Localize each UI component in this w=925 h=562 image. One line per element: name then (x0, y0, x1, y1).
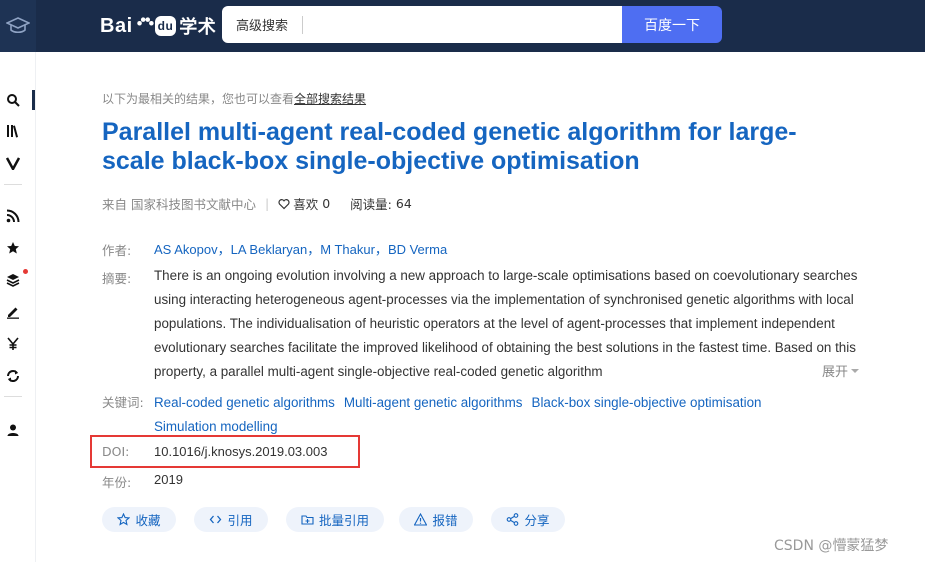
logo-text: Bai (100, 14, 133, 37)
author-link[interactable]: LA Beklaryan (231, 242, 308, 257)
star-icon[interactable] (5, 240, 21, 256)
favorite-label: 收藏 (135, 513, 161, 528)
chevron-down-icon (851, 368, 860, 373)
reads-count: 64 (395, 196, 412, 211)
all-results-link[interactable]: 全部搜索结果 (294, 92, 366, 106)
keywords-list: Real-coded genetic algorithms Multi-agent… (154, 391, 834, 439)
report-error-label: 报错 (432, 513, 458, 528)
edit-icon[interactable] (5, 304, 21, 320)
like-label: 喜欢 (293, 197, 319, 212)
baidu-scholar-logo[interactable]: Bai du 学术 (100, 9, 216, 43)
logo-xueshu: 学术 (179, 17, 217, 38)
authors-label: 作者: (102, 243, 132, 258)
author-link[interactable]: BD Verma (388, 242, 447, 257)
active-indicator (32, 90, 35, 110)
heart-icon (278, 198, 290, 209)
search-button[interactable]: 百度一下 (622, 6, 722, 43)
rss-icon[interactable] (5, 208, 21, 224)
keyword-link[interactable]: Real-coded genetic algorithms (154, 395, 335, 410)
like-count: 0 (322, 196, 331, 211)
warning-icon (414, 513, 428, 526)
star-outline-icon (117, 513, 131, 526)
top-header: Bai du 学术 高级搜索 百度一下 (0, 0, 925, 52)
sidebar-divider (4, 184, 22, 185)
keyword-link[interactable]: Multi-agent genetic algorithms (344, 395, 523, 410)
abstract-label: 摘要: (102, 271, 132, 286)
source-text: 来自 国家科技图书文献中心 (102, 197, 256, 212)
doi-highlight-box (90, 435, 360, 468)
notification-dot (23, 269, 28, 274)
graduation-cap-icon[interactable] (0, 0, 36, 52)
paw-icon (134, 15, 156, 37)
result-hint: 以下为最相关的结果，您也可以查看全部搜索结果 (102, 90, 366, 107)
authors-list: AS Akopov，LA Beklaryan，M Thakur，BD Verma (154, 242, 448, 257)
left-sidebar (0, 52, 36, 562)
folder-plus-icon (301, 515, 314, 525)
report-error-button[interactable]: 报错 (399, 507, 473, 532)
advanced-search-link[interactable]: 高级搜索 (236, 15, 288, 34)
refresh-icon[interactable] (5, 368, 21, 384)
watermark: CSDN @懵蒙猛梦 (774, 538, 889, 554)
favorite-button[interactable]: 收藏 (102, 507, 176, 532)
search-input[interactable]: 高级搜索 (222, 6, 622, 43)
search-divider (302, 15, 304, 34)
like-button[interactable]: 喜欢 0 (278, 194, 330, 213)
logo-du: du (154, 16, 177, 36)
author-link[interactable]: AS Akopov (154, 242, 218, 257)
search-icon[interactable] (5, 92, 21, 108)
batch-cite-button[interactable]: 批量引用 (286, 507, 384, 532)
v-icon[interactable] (5, 155, 21, 171)
paper-title[interactable]: Parallel multi-agent real-coded genetic … (102, 118, 842, 176)
abstract-text: There is an ongoing evolution involving … (154, 268, 858, 379)
cite-label: 引用 (227, 513, 253, 528)
expand-label: 展开 (822, 365, 849, 380)
library-icon[interactable] (5, 123, 21, 139)
yen-icon[interactable] (5, 336, 21, 352)
author-link[interactable]: M Thakur (320, 242, 375, 257)
meta-divider: | (264, 196, 270, 211)
keywords-label: 关键词: (102, 395, 144, 410)
year-value: 2019 (154, 472, 183, 487)
batch-cite-label: 批量引用 (318, 513, 369, 528)
paper-meta: 来自 国家科技图书文献中心 | 喜欢 0 阅读量: 64 (102, 194, 412, 213)
expand-button[interactable]: 展开 (818, 361, 861, 380)
share-label: 分享 (524, 513, 550, 528)
keyword-link[interactable]: Simulation modelling (154, 419, 278, 434)
share-button[interactable]: 分享 (491, 507, 565, 532)
share-icon (507, 513, 519, 526)
keyword-link[interactable]: Black-box single-objective optimisation (532, 395, 762, 410)
cite-button[interactable]: 引用 (194, 507, 268, 532)
layers-icon[interactable] (5, 272, 21, 288)
year-label: 年份: (102, 475, 132, 490)
user-icon[interactable] (5, 422, 21, 438)
reads-label: 阅读量: (350, 197, 392, 212)
hint-text: 以下为最相关的结果，您也可以查看 (102, 92, 295, 106)
sidebar-divider (4, 396, 22, 397)
code-icon (210, 515, 222, 524)
